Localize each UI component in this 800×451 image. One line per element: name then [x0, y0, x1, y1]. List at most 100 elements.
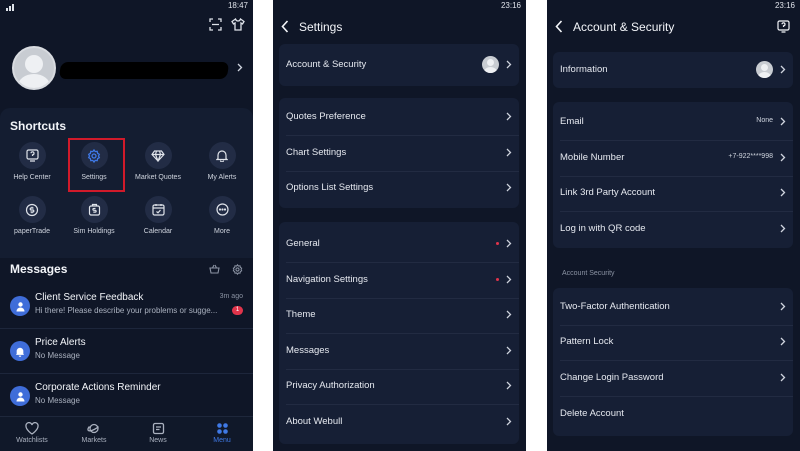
row-label: Messages [286, 345, 330, 356]
row-quotes-preference[interactable]: Quotes Preference [279, 99, 519, 135]
shortcut-papertrade[interactable]: paperTrade [2, 196, 62, 235]
notification-dot [496, 278, 499, 281]
row-delete-account[interactable]: Delete Account [553, 396, 793, 432]
row-options-list-settings[interactable]: Options List Settings [279, 170, 519, 206]
row-label: Log in with QR code [560, 223, 646, 234]
message-title: Corporate Actions Reminder [35, 382, 161, 393]
account-group-security: Two-Factor Authentication Pattern Lock C… [553, 288, 793, 436]
row-label: Options List Settings [286, 182, 374, 193]
shortcuts-section: Shortcuts Help Center Settings Market Qu… [0, 108, 253, 258]
row-email[interactable]: Email None [553, 104, 793, 140]
shortcut-label: More [214, 228, 230, 235]
message-price-alerts[interactable]: Price Alerts No Message [0, 337, 253, 377]
row-label: Privacy Authorization [286, 380, 375, 391]
diamond-icon [151, 149, 165, 162]
menu-grid-icon [192, 422, 252, 435]
status-bar: 23:16 [273, 0, 526, 12]
chevron-right-icon [506, 310, 512, 319]
row-label: Link 3rd Party Account [560, 187, 656, 198]
chevron-right-icon [506, 417, 512, 426]
row-label: Two-Factor Authentication [560, 301, 670, 312]
row-general[interactable]: General [279, 226, 519, 262]
tab-watchlists[interactable]: Watchlists [2, 422, 62, 444]
shortcut-label: Sim Holdings [73, 228, 115, 235]
status-time: 23:16 [500, 1, 521, 10]
chevron-right-icon [506, 148, 512, 157]
shortcut-my-alerts[interactable]: My Alerts [192, 142, 252, 181]
tab-menu[interactable]: Menu [192, 422, 252, 444]
row-label: Information [560, 64, 608, 75]
shortcut-more[interactable]: More [192, 196, 252, 235]
shortcut-calendar[interactable]: Calendar [128, 196, 188, 235]
chevron-right-icon [780, 337, 786, 346]
status-time: 18:47 [227, 1, 248, 10]
row-change-login-password[interactable]: Change Login Password [553, 360, 793, 396]
row-mobile-number[interactable]: Mobile Number +7-922****998 [553, 140, 793, 176]
tab-label: Markets [81, 437, 107, 444]
chevron-right-icon [780, 373, 786, 382]
row-account-security[interactable]: Account & Security [279, 47, 519, 83]
chevron-right-icon [506, 183, 512, 192]
row-messages[interactable]: Messages [279, 333, 519, 369]
nav-bar: Settings [273, 12, 526, 42]
message-client-service[interactable]: Client Service Feedback Hi there! Please… [0, 292, 253, 332]
profile-row[interactable] [0, 40, 253, 100]
shortcut-label: Help Center [13, 174, 51, 181]
messages-section: Messages Client Service Feedback Hi ther… [0, 258, 253, 416]
scan-icon[interactable] [209, 18, 222, 31]
status-bar: 23:16 [547, 0, 800, 12]
row-label: Delete Account [560, 408, 624, 419]
settings-group-account: Account & Security [279, 44, 519, 86]
avatar [756, 61, 773, 78]
settings-highlight-box [68, 138, 125, 192]
gear-icon[interactable] [232, 264, 243, 275]
section-label-account-security: Account Security [562, 270, 615, 277]
shortcut-market-quotes[interactable]: Market Quotes [128, 142, 188, 181]
row-information[interactable]: Information [553, 52, 793, 88]
chevron-right-icon [780, 224, 786, 233]
row-about-webull[interactable]: About Webull [279, 404, 519, 440]
shortcut-help-center[interactable]: Help Center [2, 142, 62, 181]
bell-icon [10, 341, 30, 361]
message-preview: No Message [35, 396, 80, 405]
chevron-right-icon [506, 239, 512, 248]
row-label: Pattern Lock [560, 336, 614, 347]
row-two-factor-auth[interactable]: Two-Factor Authentication [553, 289, 793, 325]
shortcut-sim-holdings[interactable]: Sim Holdings [64, 196, 124, 235]
shirt-icon[interactable] [231, 18, 245, 31]
row-privacy-authorization[interactable]: Privacy Authorization [279, 368, 519, 404]
back-arrow-icon[interactable] [281, 20, 289, 33]
tab-news[interactable]: News [128, 422, 188, 444]
messages-title: Messages [10, 262, 68, 276]
row-label: Mobile Number [560, 152, 625, 163]
chevron-right-icon [506, 381, 512, 390]
row-theme[interactable]: Theme [279, 297, 519, 333]
page-title: Settings [299, 20, 343, 34]
help-icon[interactable] [777, 20, 790, 33]
chevron-right-icon [780, 302, 786, 311]
back-arrow-icon[interactable] [555, 20, 563, 33]
tab-markets[interactable]: Markets [64, 422, 124, 444]
page-title: Account & Security [573, 20, 675, 34]
avatar [482, 56, 499, 73]
account-group-contact: Email None Mobile Number +7-922****998 L… [553, 102, 793, 248]
news-icon [128, 422, 188, 435]
chevron-right-icon [506, 275, 512, 284]
row-login-qr-code[interactable]: Log in with QR code [553, 211, 793, 247]
row-chart-settings[interactable]: Chart Settings [279, 135, 519, 171]
row-pattern-lock[interactable]: Pattern Lock [553, 324, 793, 360]
row-navigation-settings[interactable]: Navigation Settings [279, 262, 519, 298]
chevron-right-icon [780, 153, 786, 162]
redacted-username [58, 62, 230, 79]
chevron-right-icon [506, 60, 512, 69]
row-link-3rd-party[interactable]: Link 3rd Party Account [553, 175, 793, 211]
row-value: None [756, 117, 773, 124]
row-label: Navigation Settings [286, 274, 368, 285]
shortcuts-title: Shortcuts [10, 119, 67, 133]
settings-screen: 23:16 Settings Account & Security Quotes… [273, 0, 526, 451]
avatar [12, 46, 56, 90]
basket-icon[interactable] [209, 264, 220, 275]
chevron-right-icon [506, 346, 512, 355]
chevron-right-icon [780, 65, 786, 74]
planet-icon [64, 422, 124, 435]
